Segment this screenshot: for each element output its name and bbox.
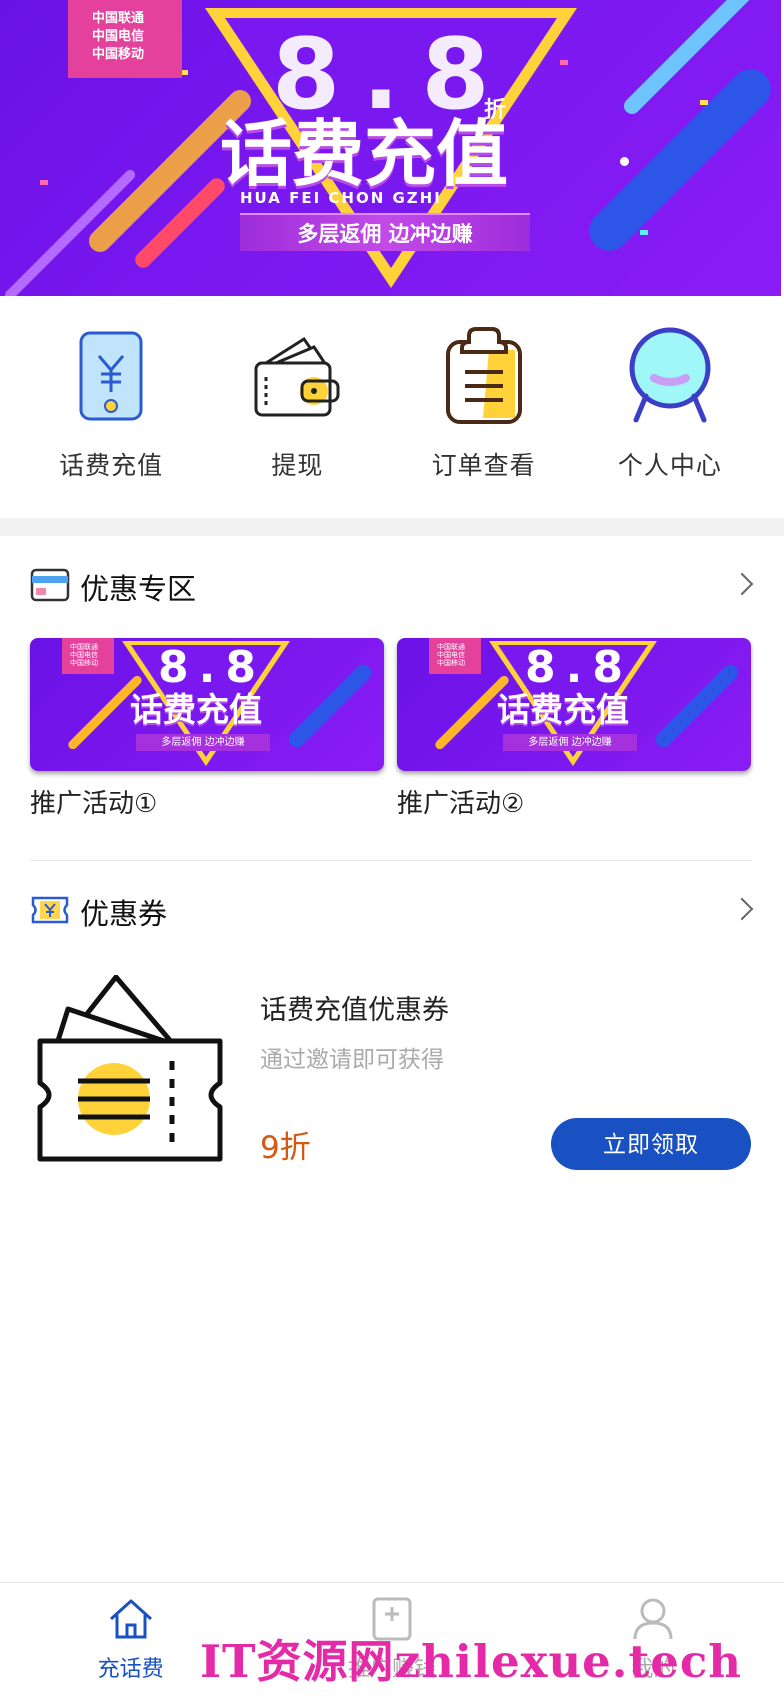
banner-confetti: [700, 100, 708, 105]
promo-headline-number: 8.8: [158, 642, 266, 693]
quick-nav-label: 话费充值: [59, 451, 164, 480]
promo-headline-number: 8.8: [525, 642, 633, 693]
promo-banner-image: 中国联通 中国电信 中国移动 8.8 话费充值 多层返佣 边冲边赚: [30, 638, 384, 771]
carrier-name: 中国移动: [437, 659, 465, 667]
chevron-right-icon[interactable]: [730, 572, 754, 596]
quick-nav-label: 订单查看: [431, 451, 536, 480]
coupon-section-title: 优惠券: [80, 897, 168, 931]
watermark-text: IT资源网zhilexue.tech: [200, 1635, 743, 1688]
carrier-name: 中国移动: [70, 659, 98, 667]
coupon-description: 通过邀请即可获得: [260, 1047, 444, 1073]
card-icon: [30, 568, 70, 606]
promo-banner-image: 中国联通 中国电信 中国移动 8.8 话费充值 多层返佣 边冲边赚: [397, 638, 751, 771]
carrier-name: 中国电信: [92, 29, 145, 44]
promo-card[interactable]: 中国联通 中国电信 中国移动 8.8 话费充值 多层返佣 边冲边赚 推广活动②: [397, 638, 751, 820]
carrier-tag: 中国联通 中国电信 中国移动: [68, 0, 182, 78]
promo-banner-title: 话费充值: [130, 690, 262, 729]
phone-yuan-icon: [61, 326, 161, 426]
banner-ribbon: 多层返佣 边冲边赚: [240, 213, 530, 251]
quick-nav-orders[interactable]: 订单查看: [404, 296, 564, 518]
promo-caption: 推广活动①: [30, 789, 158, 819]
section-divider: [30, 860, 752, 861]
promo-section-header[interactable]: 优惠专区: [30, 562, 754, 612]
carrier-name: 中国电信: [437, 651, 465, 659]
quick-nav-withdraw[interactable]: 提现: [217, 296, 377, 518]
carrier-name: 中国联通: [437, 643, 465, 651]
banner-confetti: [40, 180, 48, 185]
home-icon: [107, 1597, 155, 1645]
promo-banner-ribbon: 多层返佣 边冲边赚: [136, 734, 270, 751]
banner-title: 话费充值: [220, 112, 509, 196]
promo-section-title: 优惠专区: [80, 572, 197, 606]
quick-nav-label: 个人中心: [617, 451, 722, 480]
promo-carrier-tag: 中国联通 中国电信 中国移动: [62, 638, 114, 674]
promo-banner-ribbon: 多层返佣 边冲边赚: [503, 734, 637, 751]
clipboard-icon: [434, 326, 534, 426]
banner-stripe: [581, 61, 779, 259]
banner-stripe: [652, 661, 742, 751]
hero-banner[interactable]: 中国联通 中国电信 中国移动 8.8 折 话费充值 HUA FEI CHON G…: [0, 0, 781, 296]
quick-nav-profile[interactable]: 个人中心: [590, 296, 750, 518]
quick-nav: 话费充值 提现 订单查看 个人中心: [0, 296, 781, 518]
section-separator: [0, 518, 784, 536]
quick-nav-recharge[interactable]: 话费充值: [31, 296, 191, 518]
carrier-name: 中国联通: [70, 643, 98, 651]
carrier-name: 中国联通: [92, 11, 145, 26]
banner-headline-number: 8.8: [272, 18, 512, 132]
carrier-name: 中国移动: [92, 47, 145, 62]
coupon-discount: 9折: [260, 1130, 311, 1166]
claim-coupon-button[interactable]: 立即领取: [551, 1118, 751, 1170]
banner-pinyin: HUA FEI CHON GZHI: [240, 189, 442, 207]
promo-caption: 推广活动②: [397, 789, 525, 819]
person-icon: [620, 326, 720, 426]
coupon-section-header[interactable]: 优惠券: [30, 887, 754, 937]
quick-nav-label: 提现: [271, 451, 324, 480]
carrier-name: 中国电信: [70, 651, 98, 659]
banner-confetti: [560, 60, 568, 65]
promo-card[interactable]: 中国联通 中国电信 中国移动 8.8 话费充值 多层返佣 边冲边赚 推广活动①: [30, 638, 384, 820]
wallet-icon: [247, 326, 347, 426]
coupon-name: 话费充值优惠券: [260, 995, 449, 1026]
banner-dot: [620, 157, 629, 166]
ticket-yuan-icon: [30, 895, 70, 929]
promo-banner-title: 话费充值: [497, 690, 629, 729]
chevron-right-icon[interactable]: [730, 897, 754, 921]
promo-carrier-tag: 中国联通 中国电信 中国移动: [429, 638, 481, 674]
coupon-ticket-icon: [34, 974, 228, 1165]
banner-stripe: [285, 661, 375, 751]
banner-confetti: [640, 230, 648, 235]
tab-label: 充话费: [97, 1657, 164, 1682]
